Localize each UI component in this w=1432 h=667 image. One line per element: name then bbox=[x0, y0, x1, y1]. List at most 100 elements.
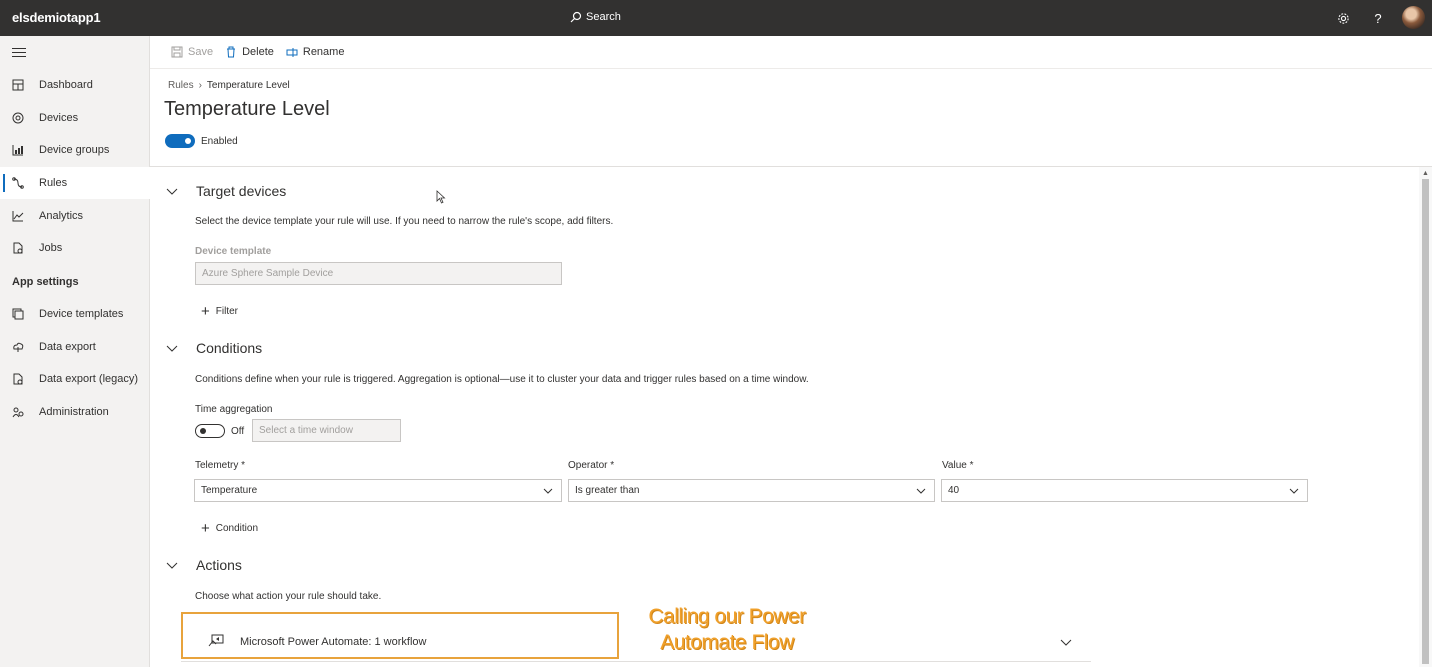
enabled-toggle[interactable] bbox=[165, 134, 195, 148]
add-filter-label: Filter bbox=[215, 306, 238, 317]
add-condition-label: Condition bbox=[215, 523, 259, 534]
nav-label: Devices bbox=[39, 112, 79, 124]
chevron-down-icon bbox=[166, 562, 178, 569]
nav-item-data-export[interactable]: Data export bbox=[0, 331, 150, 363]
nav-item-device-templates[interactable]: Device templates bbox=[0, 298, 150, 330]
page-title: Temperature Level bbox=[164, 98, 330, 120]
device-templates-icon bbox=[11, 307, 25, 321]
chevron-down-icon bbox=[916, 488, 926, 494]
operator-dropdown[interactable]: Is greater than bbox=[568, 479, 935, 502]
nav-label: Dashboard bbox=[39, 79, 93, 91]
nav-label: Analytics bbox=[39, 210, 84, 222]
time-aggregation-state: Off bbox=[231, 426, 245, 437]
save-icon bbox=[171, 46, 183, 58]
hamburger-menu-icon[interactable] bbox=[12, 48, 26, 58]
nav-item-dashboard[interactable]: Dashboard bbox=[0, 69, 150, 101]
chevron-right-icon: › bbox=[198, 80, 202, 91]
annotation-line-2: Automate Flow bbox=[660, 631, 794, 654]
dashboard-icon bbox=[11, 78, 25, 92]
save-button[interactable]: Save bbox=[171, 46, 213, 58]
help-icon[interactable]: ? bbox=[1370, 10, 1386, 26]
chevron-down-icon[interactable] bbox=[1060, 636, 1072, 648]
devices-icon bbox=[11, 111, 25, 125]
plus-icon: + bbox=[201, 519, 210, 537]
nav-label: Rules bbox=[39, 177, 68, 189]
app-settings-heading: App settings bbox=[12, 276, 79, 288]
nav-label: Device groups bbox=[39, 144, 110, 156]
nav-item-administration[interactable]: Administration bbox=[0, 396, 150, 428]
trash-icon bbox=[227, 46, 236, 58]
jobs-icon bbox=[11, 241, 25, 255]
nav-label: Jobs bbox=[39, 242, 63, 254]
nav-item-rules[interactable]: Rules bbox=[0, 167, 150, 199]
header-divider bbox=[150, 166, 1432, 167]
mouse-cursor-icon bbox=[436, 190, 446, 204]
nav-item-data-export-legacy[interactable]: Data export (legacy) bbox=[0, 363, 150, 395]
time-aggregation-label: Time aggregation bbox=[195, 404, 273, 415]
search-icon bbox=[570, 11, 582, 23]
time-aggregation-toggle[interactable] bbox=[195, 424, 225, 438]
save-label: Save bbox=[188, 46, 214, 58]
chevron-down-icon bbox=[166, 188, 178, 195]
app-name[interactable]: elsdemiotapp1 bbox=[12, 10, 101, 25]
value-label: Value * bbox=[942, 460, 974, 471]
nav-label: Administration bbox=[39, 406, 109, 418]
search-label: Search bbox=[586, 11, 621, 23]
delete-label: Delete bbox=[242, 46, 274, 58]
device-template-field[interactable]: Azure Sphere Sample Device bbox=[195, 262, 562, 285]
device-groups-icon bbox=[11, 143, 25, 157]
rename-label: Rename bbox=[302, 46, 345, 58]
conditions-description: Conditions define when your rule is trig… bbox=[195, 374, 809, 385]
left-nav: Dashboard Devices Device groups Rules An… bbox=[0, 36, 150, 667]
nav-label: Data export bbox=[39, 341, 96, 353]
data-export-legacy-icon bbox=[11, 372, 25, 386]
delete-button[interactable]: Delete bbox=[225, 46, 274, 58]
chevron-down-icon bbox=[543, 488, 553, 494]
breadcrumb-rules-link[interactable]: Rules bbox=[168, 80, 194, 91]
nav-item-jobs[interactable]: Jobs bbox=[0, 232, 150, 264]
avatar[interactable] bbox=[1402, 6, 1425, 29]
nav-item-analytics[interactable]: Analytics bbox=[0, 200, 150, 232]
device-template-label: Device template bbox=[195, 246, 272, 257]
rename-icon bbox=[286, 48, 298, 57]
breadcrumb: Rules › Temperature Level bbox=[168, 80, 290, 91]
target-devices-description: Select the device template your rule wil… bbox=[195, 216, 614, 227]
data-export-icon bbox=[11, 340, 25, 354]
power-automate-icon bbox=[208, 634, 224, 647]
value-value: 40 bbox=[948, 485, 960, 496]
breadcrumb-current: Temperature Level bbox=[206, 80, 290, 91]
nav-label: Device templates bbox=[39, 308, 124, 320]
actions-title: Actions bbox=[196, 557, 242, 573]
chevron-down-icon bbox=[166, 345, 178, 352]
operator-value: Is greater than bbox=[575, 485, 640, 496]
power-automate-action-label: Microsoft Power Automate: 1 workflow bbox=[240, 636, 427, 648]
add-condition-button[interactable]: + Condition bbox=[201, 519, 259, 537]
top-bar: elsdemiotapp1 Search ? bbox=[0, 0, 1432, 36]
annotation-callout: Calling our Power Automate Flow bbox=[627, 604, 827, 656]
add-filter-button[interactable]: + Filter bbox=[201, 302, 238, 320]
nav-label: Data export (legacy) bbox=[39, 373, 139, 385]
chevron-down-icon bbox=[1289, 488, 1299, 494]
gear-icon[interactable] bbox=[1335, 10, 1351, 26]
plus-icon: + bbox=[201, 302, 210, 320]
scroll-up-arrow-icon[interactable]: ▲ bbox=[1422, 170, 1429, 177]
operator-label: Operator * bbox=[568, 460, 615, 471]
vertical-scrollbar[interactable]: ▲ bbox=[1419, 167, 1432, 667]
nav-item-devices[interactable]: Devices bbox=[0, 102, 150, 134]
rules-icon bbox=[11, 176, 25, 190]
target-devices-title: Target devices bbox=[196, 183, 287, 199]
nav-item-device-groups[interactable]: Device groups bbox=[0, 134, 150, 166]
telemetry-dropdown[interactable]: Temperature bbox=[194, 479, 562, 502]
actions-description: Choose what action your rule should take… bbox=[195, 591, 382, 602]
search-box[interactable]: Search bbox=[570, 11, 621, 23]
time-window-field[interactable]: Select a time window bbox=[252, 419, 401, 442]
telemetry-value: Temperature bbox=[201, 485, 258, 496]
annotation-line-1: Calling our Power bbox=[648, 605, 806, 628]
scroll-thumb[interactable] bbox=[1422, 179, 1429, 664]
rename-button[interactable]: Rename bbox=[286, 46, 345, 58]
administration-icon bbox=[11, 405, 25, 419]
value-dropdown[interactable]: 40 bbox=[941, 479, 1308, 502]
enabled-label: Enabled bbox=[201, 136, 238, 147]
telemetry-label: Telemetry * bbox=[195, 460, 246, 471]
analytics-icon bbox=[11, 209, 25, 223]
